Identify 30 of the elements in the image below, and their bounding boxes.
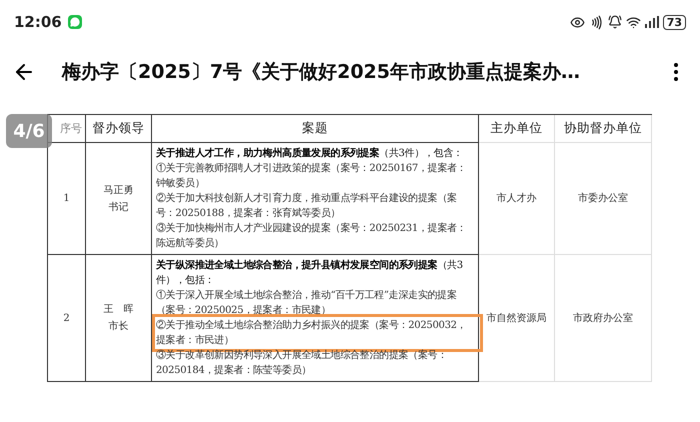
row-number: 1 [63,192,70,206]
page-indicator: 4/6 [6,114,52,148]
column-header: 协助督办单位 [564,120,642,137]
document-title: 梅办字〔2025〕7号《关于做好2025年市政协重点提案办… [62,60,581,85]
bell-icon [608,15,622,29]
row-number: 2 [63,312,70,326]
leader-name: 王 晖 [104,303,134,317]
proposal-heading: 关于纵深推进全域土地综合整治，提升县镇村发展空间的系列提案（共3件），包括： [156,258,464,288]
battery-indicator: 73 [662,14,686,30]
signal-icon [644,16,659,28]
column-header: 督办领导 [92,120,144,137]
proposal-heading: 关于推进人才工作，助力梅州高质量发展的系列提案（共3件），包含： [156,146,464,161]
lead-unit: 市人才办 [496,192,536,206]
proposal-item: ③关于加快梅州市人才产业园建设的提案（案号：20250231，提案者：陈远航等委员） [156,222,468,251]
proposal-item: ③关于改革创新因势利导深入开展全域土地综合整治的提案（案号：20250184，提案者：陈莹等委员） [156,348,448,378]
leader-name: 书记 [108,200,128,214]
proposal-item: ①关于完善教师招聘人才引进政策的提案（案号：20250167，提案者：钟敏委员） [156,162,468,191]
column-header: 案题 [302,120,328,137]
assisting-unit: 市委办公室 [578,192,628,206]
assisting-unit: 市政府办公室 [573,312,633,326]
wifi-icon [626,14,641,30]
column-header: 序号 [60,121,82,136]
column-header: 主办单位 [490,120,542,137]
eye-icon [570,14,585,30]
lead-unit: 市自然资源局 [486,312,546,326]
status-time: 12:06 [14,13,62,31]
proposal-item: ②关于加大科技创新人才引育力度，推动重点学科平台建设的提案（案号：20250188，提案者：张育斌等委员） [156,192,458,221]
leader-name: 市长 [108,320,128,334]
leader-name: 马正勇 [104,184,134,198]
chat-app-icon [68,15,82,29]
